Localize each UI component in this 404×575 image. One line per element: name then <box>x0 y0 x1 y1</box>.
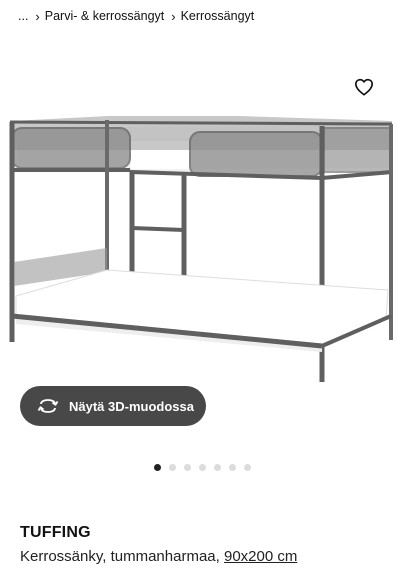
carousel-dot-1[interactable] <box>153 463 161 471</box>
product-image-bunk-bed[interactable] <box>0 100 404 390</box>
heart-outline-icon <box>355 78 373 96</box>
breadcrumb-ellipsis[interactable]: ... <box>18 9 28 23</box>
view-in-3d-label: Näytä 3D-muodossa <box>69 398 194 414</box>
rotate-3d-icon <box>37 399 59 413</box>
carousel-dot-2[interactable] <box>168 463 176 471</box>
breadcrumb-item-bunk-beds[interactable]: Kerrossängyt <box>181 9 255 23</box>
image-carousel-indicator <box>0 462 404 472</box>
carousel-dot-7[interactable] <box>243 463 251 471</box>
product-description-text: Kerrossänky, tummanharmaa, <box>20 548 220 565</box>
breadcrumb-item-bunk-and-loft-beds[interactable]: Parvi- & kerrossängyt <box>45 9 164 23</box>
view-in-3d-button[interactable]: Näytä 3D-muodossa <box>20 386 206 426</box>
carousel-dot-6[interactable] <box>228 463 236 471</box>
product-size-link[interactable]: 90x200 cm <box>224 548 297 565</box>
carousel-dot-5[interactable] <box>213 463 221 471</box>
breadcrumb: ... › Parvi- & kerrossängyt › Kerrossäng… <box>18 7 254 25</box>
chevron-right-icon: › <box>35 8 40 24</box>
product-description: Kerrossänky, tummanharmaa, 90x200 cm <box>20 548 297 565</box>
carousel-dot-4[interactable] <box>198 463 206 471</box>
carousel-dot-3[interactable] <box>183 463 191 471</box>
product-name: TUFFING <box>20 524 91 541</box>
favorite-button[interactable] <box>352 76 376 98</box>
chevron-right-icon: › <box>171 8 176 24</box>
